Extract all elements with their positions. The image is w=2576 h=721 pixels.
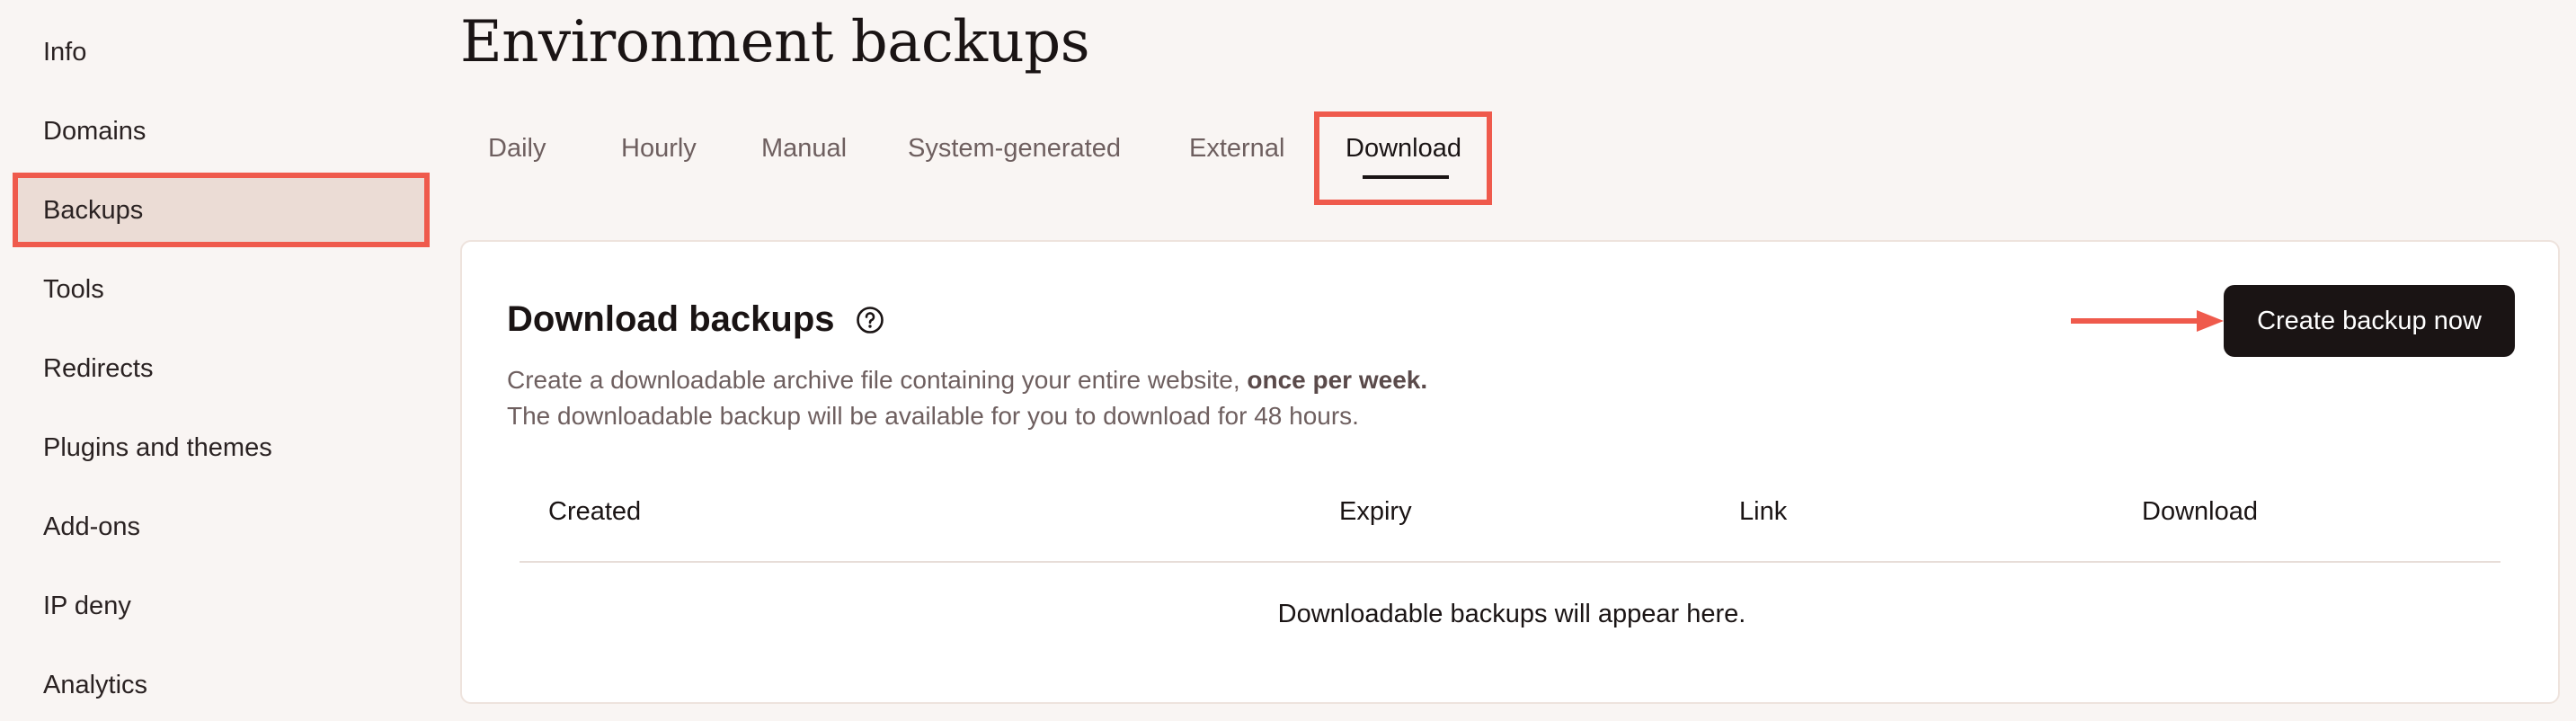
description-emphasis: once per week. (1247, 366, 1428, 394)
tab-external[interactable]: External (1189, 132, 1284, 165)
arrow-right-icon (2071, 310, 2224, 332)
tab-daily[interactable]: Daily (488, 132, 546, 165)
description-line-1: Create a downloadable archive file conta… (507, 364, 1427, 396)
create-backup-now-button[interactable]: Create backup now (2224, 285, 2515, 357)
sidebar-item-plugins-and-themes[interactable]: Plugins and themes (43, 432, 272, 464)
sidebar-item-ip-deny[interactable]: IP deny (43, 590, 131, 622)
column-header-link: Link (1739, 497, 1788, 526)
description-text: Create a downloadable archive file conta… (507, 366, 1248, 394)
tab-manual[interactable]: Manual (761, 132, 847, 165)
sidebar-item-tools[interactable]: Tools (43, 273, 104, 306)
column-header-created: Created (548, 497, 642, 526)
tab-download-highlight (1314, 111, 1492, 205)
sidebar-item-analytics[interactable]: Analytics (43, 669, 147, 701)
tab-hourly[interactable]: Hourly (621, 132, 697, 165)
tab-system-generated[interactable]: System-generated (908, 132, 1121, 165)
column-header-expiry: Expiry (1339, 497, 1412, 526)
app-root: Info Domains Backups Tools Redirects Plu… (0, 0, 2576, 721)
sidebar-item-add-ons[interactable]: Add-ons (43, 511, 140, 543)
sidebar-item-backups[interactable]: Backups (43, 194, 143, 227)
empty-state-message: Downloadable backups will appear here. (1277, 600, 1746, 628)
help-icon[interactable] (856, 306, 884, 334)
sidebar-item-info[interactable]: Info (43, 36, 86, 68)
page-title: Environment backups (460, 9, 1090, 76)
download-backups-card: Download backups Create a downloadable a… (460, 240, 2560, 704)
card-title: Download backups (507, 299, 835, 339)
column-header-download: Download (2142, 497, 2258, 526)
description-line-2: The downloadable backup will be availabl… (507, 402, 1359, 430)
sidebar-item-domains[interactable]: Domains (43, 115, 146, 147)
sidebar-nav: Info Domains Backups Tools Redirects Plu… (0, 0, 440, 721)
table-divider (520, 561, 2500, 563)
sidebar-item-redirects[interactable]: Redirects (43, 352, 154, 385)
